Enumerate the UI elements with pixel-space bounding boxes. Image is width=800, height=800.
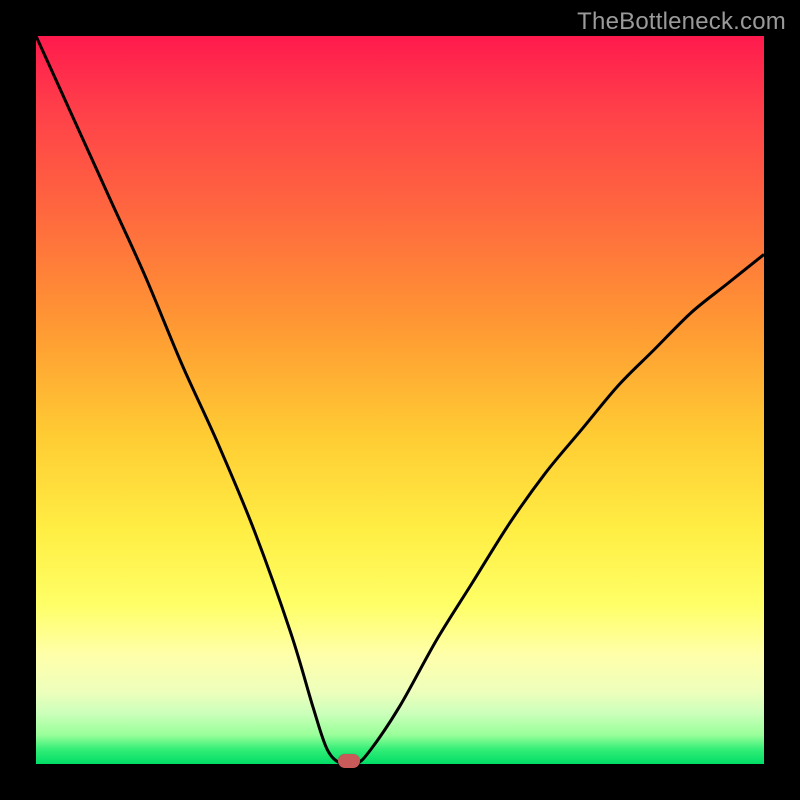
plot-area	[36, 36, 764, 764]
optimal-point-marker	[338, 754, 360, 768]
bottleneck-curve	[36, 36, 764, 764]
curve-path	[36, 36, 764, 764]
watermark-text: TheBottleneck.com	[577, 8, 786, 36]
chart-frame: TheBottleneck.com	[0, 0, 800, 800]
